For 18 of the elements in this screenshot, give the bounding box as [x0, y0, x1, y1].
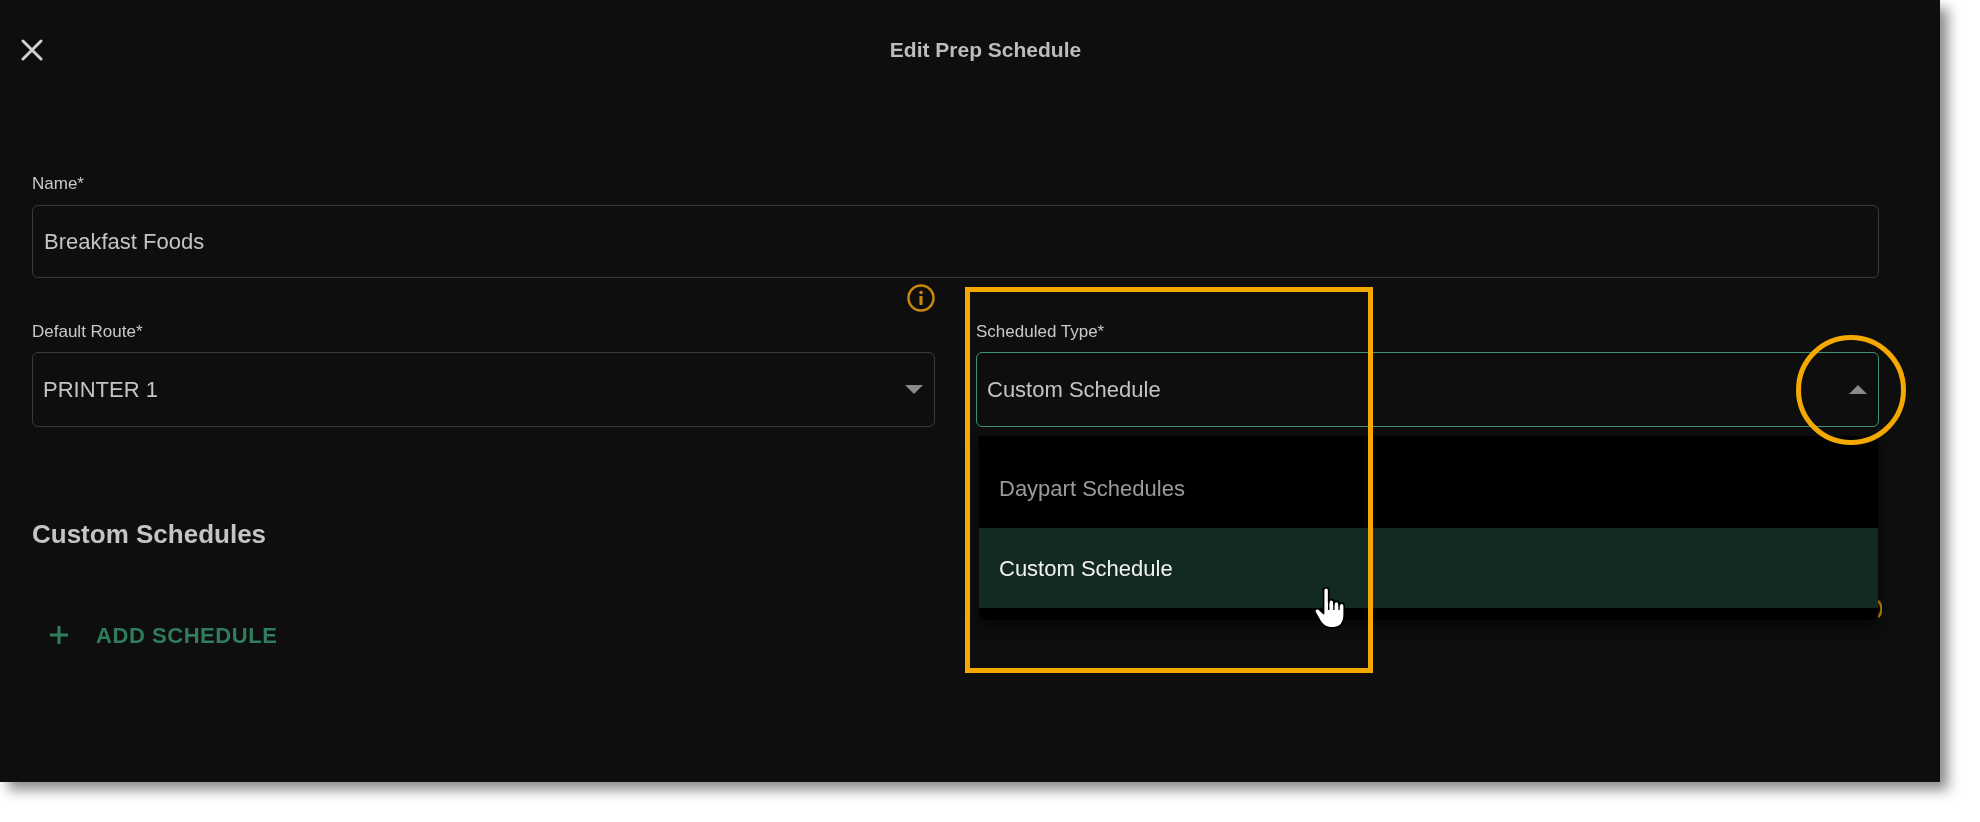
close-button[interactable] [20, 38, 44, 62]
section-heading: Custom Schedules [32, 518, 267, 550]
menu-option[interactable]: Daypart Schedules [979, 448, 1878, 528]
select-field[interactable]: PRINTER 1 [32, 352, 935, 427]
info-icon[interactable] [907, 284, 935, 312]
add-schedule-button[interactable]: ADD SCHEDULE [32, 610, 296, 660]
field-label: Scheduled Type* [976, 322, 1105, 342]
select-field[interactable]: Custom Schedule [976, 352, 1879, 427]
dialog-title: Edit Prep Schedule [889, 37, 1082, 64]
caret-up-icon [1849, 385, 1867, 394]
name-field[interactable]: Breakfast Foods [32, 205, 1879, 278]
plus-icon [50, 626, 68, 644]
arc-icon [1878, 600, 1882, 618]
caret-down-icon [905, 385, 923, 394]
close-icon [21, 39, 43, 61]
menu-option[interactable]: Custom Schedule [979, 528, 1878, 608]
field-label: Name* [32, 174, 84, 194]
field-label: Default Route* [32, 322, 143, 342]
